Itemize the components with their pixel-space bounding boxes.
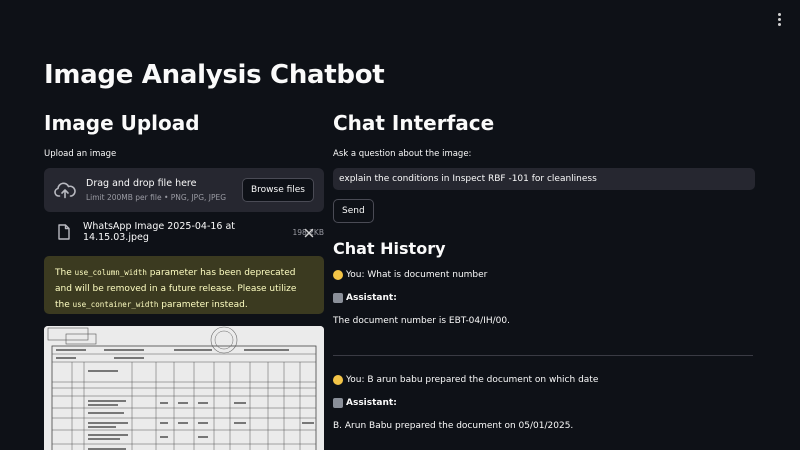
uploaded-file-name: WhatsApp Image 2025-04-16 at 14.15.03.jp…: [83, 221, 236, 243]
warning-code-column-width: use_column_width: [74, 268, 147, 277]
user-message: You: What is document number: [333, 269, 755, 281]
warning-text-pre: The: [55, 268, 75, 278]
history-heading: Chat History: [333, 239, 446, 258]
user-emoji-icon: [333, 375, 343, 385]
menu-dot-icon: [777, 22, 781, 26]
menu-dot-icon: [777, 12, 781, 16]
main-menu-button[interactable]: [772, 10, 786, 28]
question-input[interactable]: [333, 168, 755, 190]
message-divider: [333, 355, 753, 356]
question-label: Ask a question about the image:: [333, 149, 472, 159]
dropzone-title: Drag and drop file here: [86, 177, 197, 189]
assistant-reply: The document number is EBT-04/IH/00.: [333, 316, 510, 326]
menu-dot-icon: [777, 17, 781, 21]
send-button[interactable]: Send: [333, 199, 374, 223]
chat-column: Chat Interface Ask a question about the …: [333, 108, 755, 432]
file-icon: [57, 224, 71, 240]
warning-text-post: parameter instead.: [158, 300, 248, 310]
assistant-label-row: Assistant:: [333, 397, 755, 409]
chat-heading: Chat Interface: [333, 111, 495, 135]
browse-files-button[interactable]: Browse files: [241, 178, 314, 202]
chat-history: You: What is document number Assistant: …: [333, 269, 755, 432]
warning-code-container-width: use_container_width: [72, 300, 159, 309]
uploaded-image-preview: [44, 326, 324, 450]
user-message-text: You: B arun babu prepared the document o…: [346, 375, 599, 385]
upload-heading: Image Upload: [44, 111, 200, 135]
upload-label: Upload an image: [44, 149, 117, 159]
dropzone-limits: Limit 200MB per file • PNG, JPG, JPEG: [86, 192, 227, 202]
upload-column: Image Upload Upload an image Drag and dr…: [44, 108, 324, 450]
robot-emoji-icon: [333, 398, 343, 408]
deprecation-warning: The use_column_width parameter has been …: [44, 256, 324, 314]
robot-emoji-icon: [333, 293, 343, 303]
uploaded-file-row: WhatsApp Image 2025-04-16 at 14.15.03.jp…: [44, 220, 324, 244]
user-message-text: You: What is document number: [346, 270, 488, 280]
user-emoji-icon: [333, 270, 343, 280]
cloud-upload-icon: [54, 179, 76, 201]
assistant-reply: B. Arun Babu prepared the document on 05…: [333, 421, 574, 431]
file-dropzone[interactable]: Drag and drop file here Limit 200MB per …: [44, 168, 324, 212]
page-title: Image Analysis Chatbot: [44, 60, 385, 90]
assistant-label: Assistant:: [346, 293, 397, 303]
assistant-label: Assistant:: [346, 398, 397, 408]
close-icon[interactable]: [302, 225, 316, 239]
assistant-label-row: Assistant:: [333, 292, 755, 304]
user-message: You: B arun babu prepared the document o…: [333, 374, 755, 386]
